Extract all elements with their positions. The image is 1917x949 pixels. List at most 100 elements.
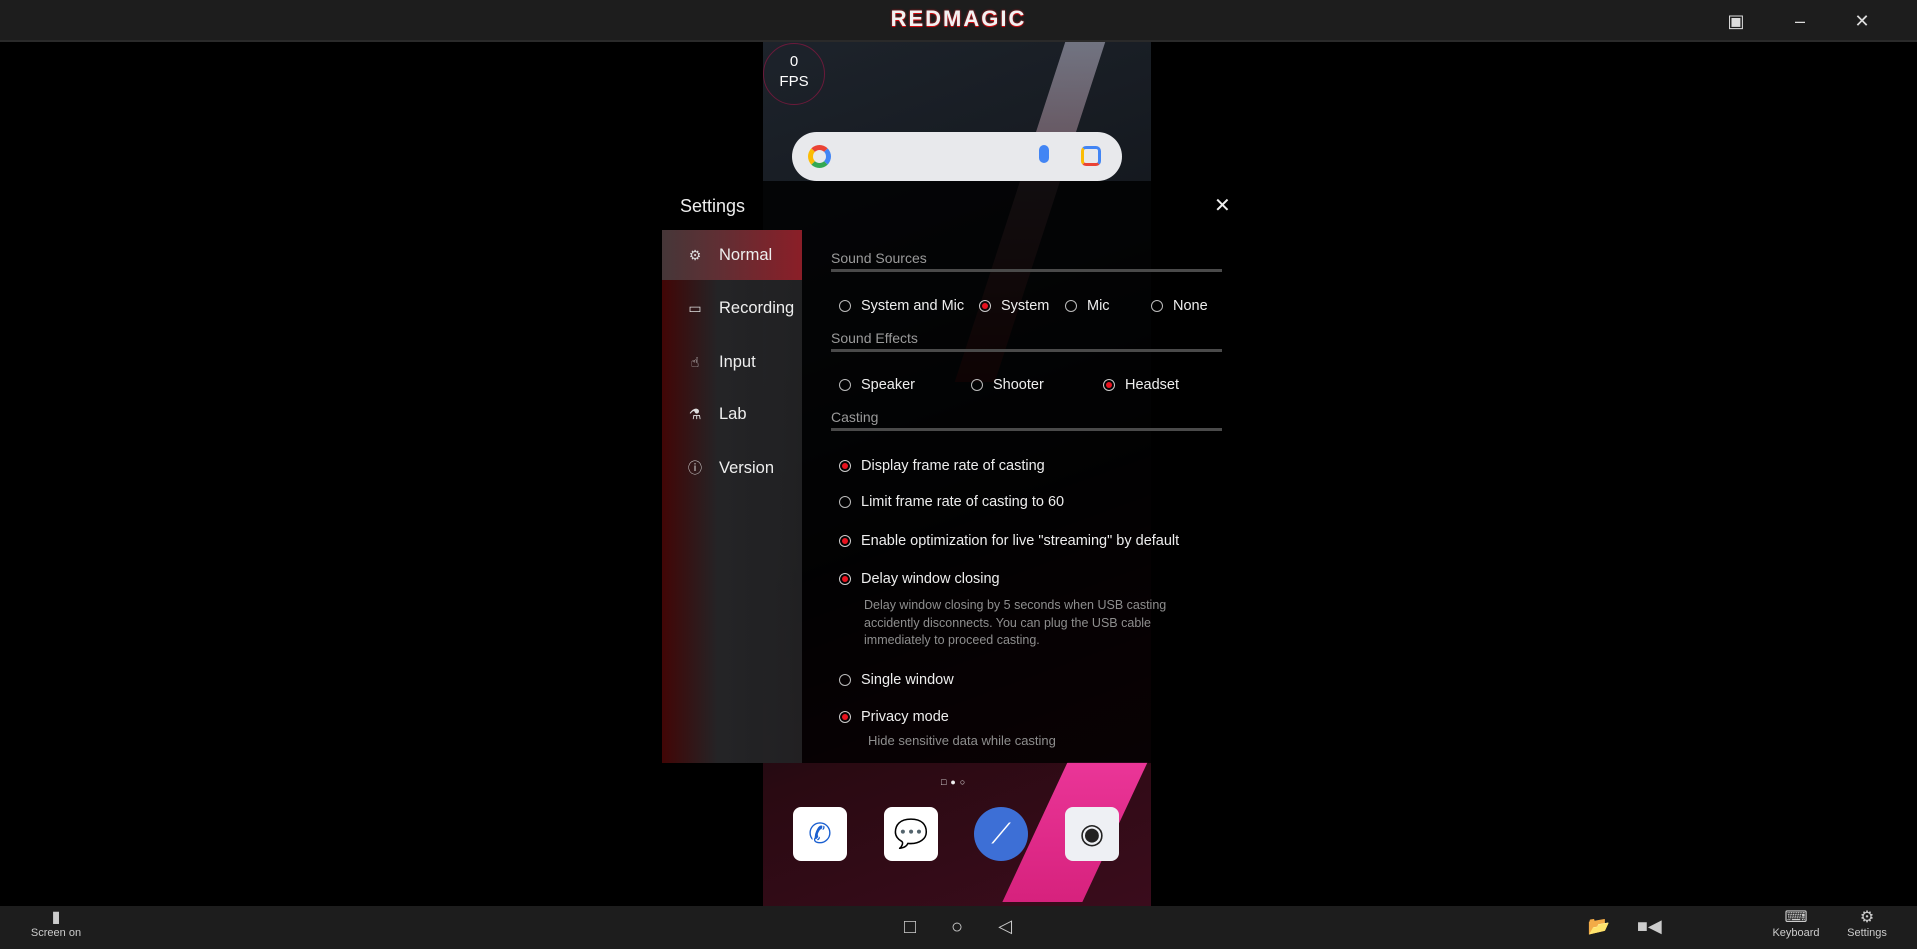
radio-icon	[839, 573, 851, 585]
toggle-limit-frame-rate[interactable]: Limit frame rate of casting to 60	[839, 494, 1064, 510]
section-sound-sources: Sound Sources	[831, 250, 1222, 272]
sidebar-item-input[interactable]: ☝ Input	[662, 337, 802, 387]
bottom-toolbar: ▮ Screen on □ ○ ◁ 📂 ■◀ ⌨ Keyboard ⚙ Setting…	[0, 906, 1917, 949]
phone-icon: ▮	[51, 909, 61, 926]
sidebar-item-recording[interactable]: ▭ Recording	[662, 283, 802, 333]
record-button[interactable]: ■◀	[1637, 916, 1662, 937]
fps-value: 0	[789, 53, 799, 70]
settings-dialog: Settings ✕ ⚙ Normal ▭ Recording ☝ Input ⚗ La…	[662, 181, 1237, 763]
info-icon: ⓘ	[688, 460, 702, 476]
option-label: System	[1001, 298, 1050, 314]
settings-sidebar: ⚙ Normal ▭ Recording ☝ Input ⚗ Lab ⓘ Version	[662, 230, 802, 763]
phone-app-icon[interactable]: ✆	[793, 807, 847, 861]
back-button[interactable]: ◁	[993, 916, 1017, 937]
gear-icon: ⚙	[688, 246, 702, 263]
keyboard-button[interactable]: ⌨ Keyboard	[1770, 909, 1822, 939]
toggle-display-frame-rate[interactable]: Display frame rate of casting	[839, 458, 1045, 474]
radio-system-and-mic[interactable]: System and Mic	[839, 298, 964, 314]
sidebar-item-label: Recording	[719, 298, 795, 317]
sidebar-item-lab[interactable]: ⚗ Lab	[662, 389, 802, 439]
description-line: Delay window closing by 5 seconds when U…	[864, 598, 1167, 612]
recent-apps-button[interactable]: □	[898, 916, 922, 939]
radio-icon	[1065, 300, 1077, 312]
title-bar: REDMAGIC ▣ – ✕	[0, 0, 1917, 42]
radio-icon	[1151, 300, 1163, 312]
flask-icon: ⚗	[688, 405, 702, 422]
screen-on-label: Screen on	[30, 927, 82, 939]
radio-icon	[839, 535, 851, 547]
toggle-delay-window-closing[interactable]: Delay window closing	[839, 571, 1000, 587]
fps-label: FPS	[779, 73, 809, 90]
gear-icon: ⚙	[1859, 909, 1875, 926]
option-label: Headset	[1125, 377, 1180, 393]
back-triangle-icon: ◁	[998, 916, 1012, 936]
radio-icon	[839, 711, 851, 723]
radio-icon	[1103, 379, 1115, 391]
sidebar-item-label: Input	[719, 352, 756, 371]
toggle-single-window[interactable]: Single window	[839, 672, 954, 688]
redmagic-logo: REDMAGIC	[890, 6, 1027, 31]
option-label: Privacy mode	[861, 709, 949, 725]
privacy-mode-description: Hide sensitive data while casting	[868, 733, 1056, 748]
sidebar-item-label: Version	[719, 458, 775, 477]
video-camera-icon: ▭	[688, 299, 702, 316]
google-icon	[808, 145, 831, 168]
messages-app-icon[interactable]: 💬	[884, 807, 938, 861]
radio-speaker[interactable]: Speaker	[839, 377, 915, 393]
browser-app-icon[interactable]: ⟋	[974, 807, 1028, 861]
option-label: None	[1173, 298, 1208, 314]
folder-icon: 📂	[1587, 916, 1611, 936]
radio-icon	[839, 379, 851, 391]
option-label: Single window	[861, 672, 954, 688]
close-settings-icon[interactable]: ✕	[1214, 193, 1231, 218]
option-label: Shooter	[993, 377, 1044, 393]
radio-icon	[971, 379, 983, 391]
home-button[interactable]: ○	[945, 916, 969, 939]
option-label: Enable optimization for live "streaming"…	[861, 533, 1180, 549]
radio-shooter[interactable]: Shooter	[971, 377, 1044, 393]
page-indicator: □●○	[941, 777, 970, 787]
section-sound-effects: Sound Effects	[831, 330, 1222, 352]
keyboard-icon: ⌨	[1784, 909, 1808, 926]
option-label: Display frame rate of casting	[861, 458, 1045, 474]
sidebar-item-version[interactable]: ⓘ Version	[662, 443, 802, 493]
option-label: System and Mic	[861, 298, 965, 314]
minimize-icon[interactable]: –	[1787, 8, 1813, 34]
microphone-icon[interactable]	[1039, 145, 1049, 163]
close-icon[interactable]: ✕	[1849, 8, 1875, 34]
hand-pointer-icon: ☝	[690, 353, 700, 370]
google-search-bar[interactable]	[792, 132, 1122, 181]
sidebar-item-label: Normal	[719, 245, 773, 264]
toggle-streaming-optimization[interactable]: Enable optimization for live "streaming"…	[839, 533, 1179, 549]
radio-icon	[979, 300, 991, 312]
option-label: Mic	[1087, 298, 1110, 314]
radio-icon	[839, 496, 851, 508]
radio-mic[interactable]: Mic	[1065, 298, 1110, 314]
radio-icon	[839, 300, 851, 312]
sidebar-item-label: Lab	[719, 404, 747, 423]
section-casting: Casting	[831, 409, 1222, 431]
option-label: Speaker	[861, 377, 916, 393]
settings-title: Settings	[680, 196, 746, 216]
square-icon: □	[903, 916, 917, 938]
option-label: Limit frame rate of casting to 60	[861, 494, 1065, 510]
settings-button[interactable]: ⚙ Settings	[1842, 909, 1892, 939]
description-line: immediately to proceed casting.	[864, 633, 1040, 647]
video-camera-icon: ■◀	[1637, 916, 1662, 936]
description-line: accidently disconnects. You can plug the…	[864, 615, 1151, 630]
radio-system[interactable]: System	[979, 298, 1049, 314]
camera-app-icon[interactable]: ◉	[1065, 807, 1119, 861]
pin-icon[interactable]: ▣	[1723, 8, 1749, 34]
radio-none[interactable]: None	[1151, 298, 1208, 314]
option-label: Delay window closing	[861, 571, 1000, 587]
sidebar-item-normal[interactable]: ⚙ Normal	[662, 230, 802, 280]
toggle-privacy-mode[interactable]: Privacy mode	[839, 709, 949, 725]
keyboard-label: Keyboard	[1772, 927, 1820, 939]
screen-on-button[interactable]: ▮ Screen on	[26, 909, 86, 939]
circle-icon: ○	[950, 916, 964, 938]
lens-icon[interactable]	[1081, 146, 1101, 166]
file-transfer-button[interactable]: 📂	[1587, 916, 1611, 937]
radio-headset[interactable]: Headset	[1103, 377, 1179, 393]
radio-icon	[839, 674, 851, 686]
delay-window-description: Delay window closing by 5 seconds when U…	[864, 597, 1166, 650]
